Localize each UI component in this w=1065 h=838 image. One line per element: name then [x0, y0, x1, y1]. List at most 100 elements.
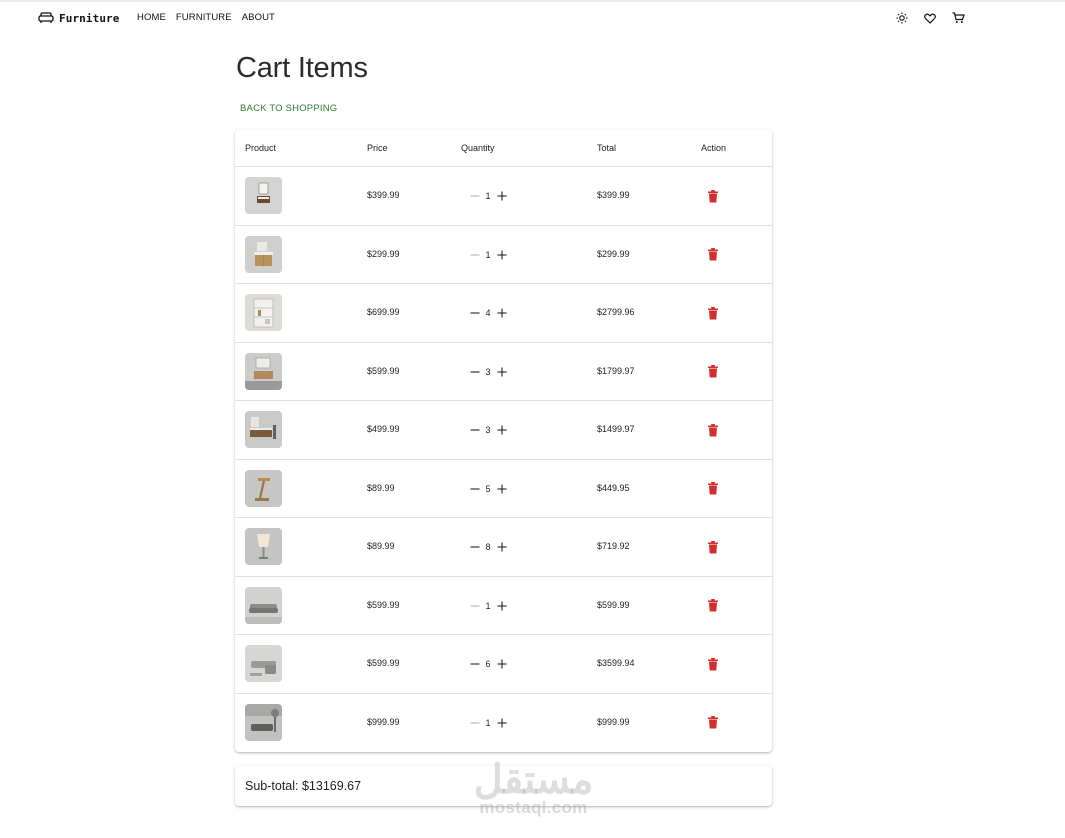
back-to-shopping-link[interactable]: BACK TO SHOPPING — [240, 103, 337, 114]
product-thumbnail[interactable] — [245, 235, 282, 273]
decrease-quantity-button[interactable] — [469, 483, 480, 494]
delete-item-button[interactable] — [706, 247, 720, 263]
cart-icon[interactable] — [951, 11, 965, 25]
table-row: $499.99 3 $1499.97 — [235, 401, 772, 460]
theme-toggle-icon[interactable] — [895, 11, 909, 25]
app-header: Furniture HOME FURNITURE ABOUT — [0, 2, 1065, 32]
header-action: Action — [701, 143, 727, 153]
header-quantity: Quantity — [461, 143, 495, 153]
decrease-quantity-button[interactable] — [469, 600, 480, 611]
product-thumbnail[interactable] — [245, 411, 282, 448]
increase-quantity-button[interactable] — [496, 366, 507, 377]
cart-table: Product Price Quantity Total Action $399… — [235, 130, 772, 752]
delete-item-button[interactable] — [706, 656, 720, 672]
decrease-quantity-button[interactable] — [469, 659, 480, 670]
delete-item-button[interactable] — [706, 188, 720, 204]
increase-quantity-button[interactable] — [496, 191, 507, 202]
delete-item-button[interactable] — [706, 598, 720, 614]
quantity-value: 5 — [485, 483, 491, 494]
quantity-stepper: 4 — [469, 303, 507, 323]
quantity-stepper: 8 — [469, 537, 507, 557]
quantity-value: 3 — [485, 366, 491, 377]
product-price: $599.99 — [367, 658, 400, 668]
product-price: $399.99 — [367, 190, 400, 200]
product-price: $599.99 — [367, 365, 400, 376]
table-row: $599.99 1 $599.99 — [235, 577, 772, 635]
quantity-stepper: 6 — [469, 654, 507, 674]
header-product: Product — [245, 143, 277, 153]
row-total: $399.99 — [597, 190, 630, 200]
product-thumbnail[interactable] — [245, 294, 282, 331]
product-thumbnail[interactable] — [245, 177, 282, 214]
table-header: Product Price Quantity Total Action — [235, 130, 772, 167]
quantity-stepper: 5 — [469, 479, 507, 499]
decrease-quantity-button[interactable] — [469, 191, 480, 202]
quantity-value: 8 — [485, 542, 491, 552]
heart-icon[interactable] — [923, 11, 937, 25]
table-row: $599.99 6 $3599.94 — [235, 635, 772, 694]
product-price: $89.99 — [367, 482, 395, 493]
quantity-stepper: 1 — [469, 596, 507, 616]
quantity-stepper: 1 — [469, 245, 507, 265]
table-row: $89.99 5 $449.95 — [235, 460, 772, 518]
delete-item-button[interactable] — [706, 305, 720, 321]
product-thumbnail[interactable] — [245, 469, 282, 507]
increase-quantity-button[interactable] — [496, 249, 507, 260]
brand-logo[interactable]: Furniture — [38, 10, 120, 26]
product-thumbnail[interactable] — [245, 352, 282, 390]
trash-icon — [708, 716, 718, 729]
table-row: $399.99 1 $399.99 — [235, 167, 772, 226]
product-price: $89.99 — [367, 541, 395, 551]
product-price: $499.99 — [367, 424, 400, 434]
brand-name: Furniture — [59, 11, 120, 25]
quantity-value: 4 — [485, 308, 491, 318]
nav-furniture-link[interactable]: FURNITURE — [176, 12, 232, 23]
decrease-quantity-button[interactable] — [469, 308, 480, 319]
increase-quantity-button[interactable] — [496, 717, 507, 728]
increase-quantity-button[interactable] — [496, 542, 507, 553]
trash-icon — [708, 248, 718, 261]
nav-home-link[interactable]: HOME — [137, 12, 166, 23]
decrease-quantity-button[interactable] — [469, 366, 480, 377]
increase-quantity-button[interactable] — [496, 600, 507, 611]
subtotal-text: Sub-total: $13169.67 — [245, 779, 362, 793]
header-total: Total — [597, 143, 617, 153]
decrease-quantity-button[interactable] — [469, 425, 480, 436]
increase-quantity-button[interactable] — [496, 308, 507, 319]
trash-icon — [708, 306, 718, 319]
product-thumbnail[interactable] — [245, 528, 282, 565]
quantity-value: 1 — [485, 600, 491, 611]
header-price: Price — [367, 143, 388, 153]
product-thumbnail[interactable] — [245, 586, 282, 624]
row-total: $1799.97 — [597, 365, 635, 376]
trash-icon — [708, 365, 718, 378]
product-thumbnail[interactable] — [245, 703, 282, 741]
increase-quantity-button[interactable] — [496, 483, 507, 494]
table-row: $299.99 1 $299.99 — [235, 226, 772, 284]
row-total: $999.99 — [597, 716, 630, 727]
decrease-quantity-button[interactable] — [469, 717, 480, 728]
trash-icon — [708, 423, 718, 436]
decrease-quantity-button[interactable] — [469, 542, 480, 553]
quantity-stepper: 1 — [469, 713, 507, 733]
quantity-value: 1 — [485, 249, 491, 260]
delete-item-button[interactable] — [706, 539, 720, 555]
product-thumbnail[interactable] — [245, 645, 282, 682]
table-row: $999.99 1 $999.99 — [235, 694, 772, 753]
nav-about-link[interactable]: ABOUT — [242, 12, 275, 23]
delete-item-button[interactable] — [706, 364, 720, 380]
quantity-value: 6 — [485, 659, 491, 669]
row-total: $2799.96 — [597, 307, 635, 317]
product-price: $299.99 — [367, 248, 400, 259]
increase-quantity-button[interactable] — [496, 659, 507, 670]
table-row: $699.99 4 $2799.96 — [235, 284, 772, 343]
table-row: $89.99 8 $719.92 — [235, 518, 772, 577]
delete-item-button[interactable] — [706, 422, 720, 438]
delete-item-button[interactable] — [706, 481, 720, 497]
increase-quantity-button[interactable] — [496, 425, 507, 436]
delete-item-button[interactable] — [706, 715, 720, 731]
row-total: $599.99 — [597, 599, 630, 610]
row-total: $3599.94 — [597, 658, 635, 668]
quantity-stepper: 3 — [469, 420, 507, 440]
decrease-quantity-button[interactable] — [469, 249, 480, 260]
